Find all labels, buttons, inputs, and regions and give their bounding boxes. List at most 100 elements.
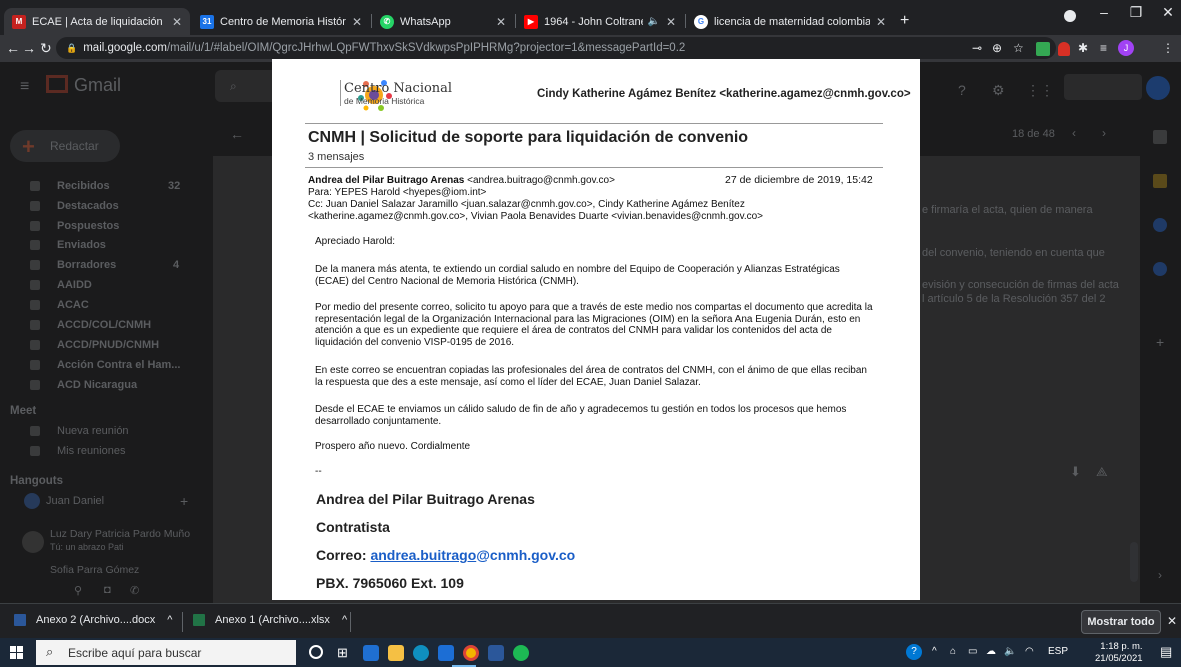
meet-now-icon[interactable]: ⌂ xyxy=(950,646,956,657)
expand-panel-icon[interactable]: › xyxy=(1158,568,1162,582)
tab-whatsapp[interactable]: ✆ WhatsApp ✕ xyxy=(372,8,514,35)
file-explorer-icon[interactable] xyxy=(388,645,404,661)
edge-icon[interactable] xyxy=(413,645,429,661)
extensions-puzzle-icon[interactable]: ✱ xyxy=(1078,41,1088,55)
key-icon[interactable]: ⊸ xyxy=(972,41,982,55)
mail-icon[interactable] xyxy=(438,645,454,661)
notifications-icon[interactable]: ▤ xyxy=(1160,644,1172,660)
show-hidden-icons-icon[interactable]: ^ xyxy=(932,646,937,657)
store-icon[interactable] xyxy=(363,645,379,661)
close-tab-icon[interactable]: ✕ xyxy=(876,15,886,29)
sidebar-item-aaidd[interactable]: AAIDD xyxy=(57,279,92,291)
taskbar-search-input[interactable]: ⌕ Escribe aquí para buscar xyxy=(36,640,296,665)
extension-shield-icon[interactable] xyxy=(1058,42,1070,56)
hangouts-user[interactable]: Juan Daniel xyxy=(46,495,104,507)
sidebar-item-inbox[interactable]: Recibidos xyxy=(57,180,110,192)
account-avatar[interactable] xyxy=(1146,76,1170,100)
email-paragraph: De la manera más atenta, te extiendo un … xyxy=(315,264,840,287)
calendar-side-icon[interactable] xyxy=(1153,130,1167,144)
tasks-side-icon[interactable] xyxy=(1153,218,1167,232)
close-tab-icon[interactable]: ✕ xyxy=(172,15,182,29)
tab-search-icon[interactable] xyxy=(1064,10,1076,22)
apps-grid-icon[interactable]: ⋮⋮ xyxy=(1026,82,1054,99)
drive-icon[interactable]: ⟁ xyxy=(1096,464,1108,480)
cortana-icon[interactable] xyxy=(309,645,323,659)
spotify-icon[interactable] xyxy=(513,645,529,661)
language-indicator[interactable]: ESP xyxy=(1048,646,1068,657)
my-meetings-link[interactable]: Mis reuniones xyxy=(57,445,125,457)
download-icon[interactable]: ⬇ xyxy=(1070,464,1081,480)
main-menu-icon[interactable]: ≡ xyxy=(20,78,29,96)
reload-icon[interactable]: ↻ xyxy=(40,40,52,57)
signature-email-link[interactable]: andrea.buitrago xyxy=(370,547,476,563)
menu-kebab-icon[interactable]: ⋮ xyxy=(1162,41,1174,55)
download-item[interactable]: Anexo 1 (Archivo....xlsx ^ xyxy=(193,614,347,626)
window-close-icon[interactable]: ✕ xyxy=(1156,4,1180,21)
new-tab-icon[interactable]: + xyxy=(900,12,909,30)
scrollbar-thumb[interactable] xyxy=(1130,542,1138,582)
chevron-up-icon[interactable]: ^ xyxy=(167,614,172,626)
email-closing: Prospero año nuevo. Cordialmente xyxy=(315,441,471,452)
windows-start-icon[interactable] xyxy=(10,646,23,659)
sidebar-item-sent[interactable]: Enviados xyxy=(57,239,106,251)
new-meeting-link[interactable]: Nueva reunión xyxy=(57,425,129,437)
contact-name[interactable]: Luz Dary Patricia Pardo Muño xyxy=(50,528,190,540)
back-arrow-icon[interactable]: ← xyxy=(230,126,244,142)
wifi-icon[interactable]: ◠ xyxy=(1025,646,1034,657)
next-icon[interactable]: › xyxy=(1102,126,1106,140)
back-icon[interactable]: ← xyxy=(6,40,20,56)
message-text: del convenio, teniendo en cuenta que xyxy=(922,247,1105,259)
chevron-up-icon[interactable]: ^ xyxy=(342,614,347,626)
reading-list-icon[interactable]: ≡ xyxy=(1100,41,1107,55)
close-tab-icon[interactable]: ✕ xyxy=(496,15,506,29)
phone-icon[interactable]: ✆ xyxy=(130,584,139,597)
email-date: 27 de diciembre de 2019, 15:42 xyxy=(725,174,873,186)
person-icon[interactable]: ⚲ xyxy=(74,584,82,597)
extension-icon[interactable] xyxy=(1036,42,1050,56)
settings-gear-icon[interactable]: ⚙ xyxy=(992,82,1005,99)
signature-email-label: Correo: xyxy=(316,547,371,563)
show-all-downloads-button[interactable]: Mostrar todo xyxy=(1081,610,1161,634)
sidebar-item-accion-contra[interactable]: Acción Contra el Ham... xyxy=(57,359,180,371)
tab-youtube[interactable]: ▶ 1964 - John Coltrane - A Lov 🔈 ✕ xyxy=(516,8,684,35)
mail-search-input[interactable] xyxy=(215,70,273,102)
minimize-icon[interactable]: – xyxy=(1092,4,1116,20)
profile-avatar[interactable]: J xyxy=(1118,40,1134,56)
word-icon[interactable] xyxy=(488,645,504,661)
sidebar-item-starred[interactable]: Destacados xyxy=(57,200,119,212)
sidebar-item-acac[interactable]: ACAC xyxy=(57,299,89,311)
sidebar-item-accd-pnud[interactable]: ACCD/PNUD/CNMH xyxy=(57,339,159,351)
add-addon-icon[interactable]: + xyxy=(1156,334,1164,350)
bookmark-star-icon[interactable]: ☆ xyxy=(1013,41,1024,55)
prev-icon[interactable]: ‹ xyxy=(1072,126,1076,140)
tab-gmail[interactable]: M ECAE | Acta de liquidación conve ✕ xyxy=(4,8,190,35)
forward-icon[interactable]: → xyxy=(22,40,36,56)
sidebar-item-snoozed[interactable]: Pospuestos xyxy=(57,220,119,232)
system-clock[interactable]: 1:18 p. m. 21/05/2021 xyxy=(1095,641,1143,665)
chat-icon[interactable]: ◘ xyxy=(104,584,111,596)
zoom-icon[interactable]: ⊕ xyxy=(992,41,1002,55)
close-tab-icon[interactable]: ✕ xyxy=(666,15,676,29)
contact-name[interactable]: Sofia Parra Gómez xyxy=(50,564,139,576)
sidebar-item-drafts[interactable]: Borradores xyxy=(57,259,116,271)
url-input[interactable]: 🔒 mail.google.com/mail/u/1/#label/OIM/Qg… xyxy=(56,37,1056,59)
tab-google-search[interactable]: G licencia de maternidad colombia ✕ xyxy=(686,8,894,35)
tab-calendar[interactable]: 31 Centro de Memoria Histórica - C ✕ xyxy=(192,8,370,35)
close-tab-icon[interactable]: ✕ xyxy=(352,15,362,29)
close-downloads-icon[interactable]: ✕ xyxy=(1167,614,1177,628)
sidebar-item-acd-nicaragua[interactable]: ACD Nicaragua xyxy=(57,379,137,391)
sidebar-item-accd-col[interactable]: ACCD/COL/CNMH xyxy=(57,319,151,331)
chrome-icon[interactable] xyxy=(463,645,479,661)
keep-side-icon[interactable] xyxy=(1153,174,1167,188)
restore-icon[interactable]: ❐ xyxy=(1124,4,1148,21)
volume-icon[interactable]: 🔈 xyxy=(1004,646,1016,657)
download-item[interactable]: Anexo 2 (Archivo....docx ^ xyxy=(14,614,172,626)
onedrive-icon[interactable]: ☁ xyxy=(986,646,996,657)
contacts-side-icon[interactable] xyxy=(1153,262,1167,276)
help-tray-icon[interactable]: ? xyxy=(906,644,922,660)
compose-button[interactable]: + Redactar xyxy=(10,130,120,162)
task-view-icon[interactable]: ⊞ xyxy=(337,645,348,661)
help-icon[interactable]: ? xyxy=(958,82,966,98)
add-contact-icon[interactable]: + xyxy=(180,493,188,509)
battery-icon[interactable]: ▭ xyxy=(968,646,977,657)
